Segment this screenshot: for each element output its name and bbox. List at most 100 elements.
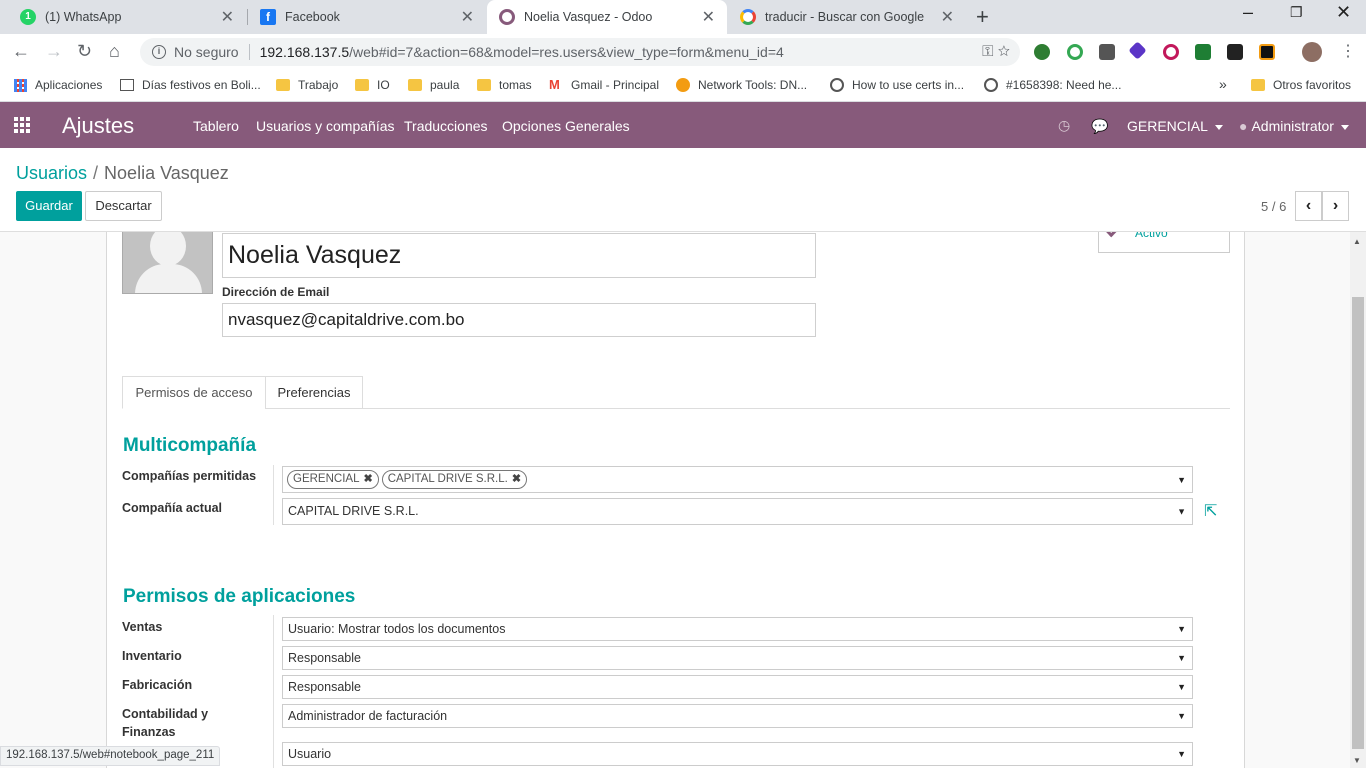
accounting-permission-select[interactable]: Administrador de facturación ▼ — [282, 704, 1193, 728]
extension-globe-icon[interactable] — [1034, 44, 1050, 60]
discard-button[interactable]: Descartar — [85, 191, 162, 221]
active-toggle-button[interactable]: Activo — [1098, 232, 1230, 253]
scroll-down-icon[interactable]: ▼ — [1353, 756, 1361, 765]
bookmark-gmail[interactable]: M Gmail - Principal — [549, 78, 659, 92]
extension-keeper-icon[interactable] — [1099, 44, 1115, 60]
scroll-up-icon[interactable]: ▲ — [1353, 237, 1361, 246]
bookmark-ticket[interactable]: #1658398: Need he... — [984, 78, 1121, 92]
user-name: Administrator — [1251, 118, 1334, 134]
minimize-icon[interactable]: – — [1243, 2, 1253, 23]
scrollbar-thumb[interactable] — [1352, 297, 1364, 749]
bookmark-folder-trabajo[interactable]: Trabajo — [276, 78, 338, 92]
tab-label: Noelia Vasquez - Odoo — [524, 10, 653, 24]
chat-icon[interactable]: 💬 — [1091, 118, 1108, 135]
manufacturing-permission-select[interactable]: Responsable ▼ — [282, 675, 1193, 699]
allowed-companies-field[interactable]: GERENCIAL ✖ CAPITAL DRIVE S.R.L. ✖ ▼ — [282, 466, 1193, 493]
extension-terminal-icon[interactable] — [1227, 44, 1243, 60]
browser-tab-odoo[interactable]: Noelia Vasquez - Odoo ✕ — [487, 0, 727, 34]
select-value: Administrador de facturación — [288, 709, 448, 723]
key-and-star-icons[interactable]: ⚿ ☆ — [982, 43, 1010, 60]
bookmark-folder-tomas[interactable]: tomas — [477, 78, 532, 92]
address-bar[interactable]: i No seguro 192.168.137.5/web#id=7&actio… — [140, 38, 1020, 66]
user-name-input[interactable]: Noelia Vasquez — [222, 233, 816, 278]
restore-icon[interactable]: ❐ — [1290, 4, 1303, 21]
section-title-app-permissions: Permisos de aplicaciones — [123, 586, 356, 607]
dropdown-arrow-icon[interactable]: ▼ — [1177, 647, 1186, 669]
extension-cube-icon[interactable] — [1128, 41, 1147, 60]
sales-permission-select[interactable]: Usuario: Mostrar todos los documentos ▼ — [282, 617, 1193, 641]
current-company-select[interactable]: CAPITAL DRIVE S.R.L. ▼ — [282, 498, 1193, 525]
remove-tag-icon[interactable]: ✖ — [363, 473, 372, 485]
company-tag: GERENCIAL ✖ — [287, 470, 379, 489]
email-input[interactable]: nvasquez@capitaldrive.com.bo — [222, 303, 816, 337]
calendar-icon — [120, 79, 134, 91]
user-menu[interactable]: ● Administrator — [1239, 118, 1349, 134]
menu-general-options[interactable]: Opciones Generales — [502, 118, 630, 134]
avatar-head — [150, 232, 186, 266]
close-tab-icon[interactable]: ✕ — [702, 7, 715, 27]
extension-sync-icon[interactable] — [1067, 44, 1083, 60]
activity-clock-icon[interactable]: ◷ — [1058, 117, 1070, 134]
dropdown-arrow-icon[interactable]: ▼ — [1177, 499, 1186, 524]
dropdown-arrow-icon[interactable]: ▼ — [1177, 705, 1186, 727]
pager-previous-button[interactable]: ‹ — [1295, 191, 1322, 221]
breadcrumb-users-link[interactable]: Usuarios — [16, 163, 87, 183]
menu-translations[interactable]: Traducciones — [404, 118, 488, 134]
sales-label: Ventas — [122, 620, 163, 634]
bookmark-label: tomas — [499, 78, 532, 92]
accounting-label: Contabilidad y Finanzas — [122, 707, 209, 739]
bookmark-label: Network Tools: DN... — [698, 78, 808, 92]
extension-timer-icon[interactable] — [1163, 44, 1179, 60]
dropdown-arrow-icon[interactable]: ▼ — [1177, 743, 1186, 765]
avatar[interactable] — [122, 232, 213, 294]
form-content: Noelia Vasquez Dirección de Email nvasqu… — [0, 232, 1350, 768]
dropdown-arrow-icon[interactable]: ▼ — [1177, 676, 1186, 698]
close-tab-icon[interactable]: ✕ — [461, 7, 474, 27]
menu-tablero[interactable]: Tablero — [193, 118, 239, 134]
home-icon[interactable]: ⌂ — [109, 41, 120, 62]
forward-icon[interactable]: → — [45, 41, 63, 62]
bookmark-network-tools[interactable]: Network Tools: DN... — [676, 78, 807, 92]
bookmark-label: paula — [430, 78, 460, 92]
bookmark-certs[interactable]: How to use certs in... — [830, 78, 964, 92]
next-permission-select[interactable]: Usuario ▼ — [282, 742, 1193, 766]
bookmark-folder-io[interactable]: IO — [355, 78, 390, 92]
email-label: Dirección de Email — [222, 285, 330, 299]
more-bookmarks-icon[interactable]: » — [1219, 76, 1227, 92]
browser-tab-google[interactable]: traducir - Buscar con Google ✕ — [728, 0, 966, 34]
browser-tab-whatsapp[interactable]: 1 (1) WhatsApp ✕ — [8, 0, 246, 34]
reload-icon[interactable]: ↻ — [77, 41, 92, 62]
folder-icon — [1251, 79, 1265, 91]
company-switcher[interactable]: GERENCIAL — [1127, 118, 1223, 134]
bookmark-apps[interactable]: Aplicaciones — [14, 78, 102, 92]
tab-preferences[interactable]: Preferencias — [265, 376, 363, 409]
inventory-permission-select[interactable]: Responsable ▼ — [282, 646, 1193, 670]
tab-label: Facebook — [285, 10, 340, 24]
bookmark-label: How to use certs in... — [852, 78, 965, 92]
info-icon[interactable]: i — [152, 45, 166, 59]
external-link-icon[interactable]: ⇱ — [1204, 501, 1217, 521]
close-tab-icon[interactable]: ✕ — [941, 7, 954, 27]
back-icon[interactable]: ← — [12, 41, 30, 62]
dropdown-arrow-icon[interactable]: ▼ — [1177, 475, 1186, 485]
bookmark-holidays[interactable]: Días festivos en Boli... — [120, 78, 261, 92]
remove-tag-icon[interactable]: ✖ — [512, 473, 521, 485]
new-tab-icon[interactable]: + — [976, 4, 989, 30]
breadcrumb-separator: / — [93, 163, 99, 183]
bookmark-folder-paula[interactable]: paula — [408, 78, 459, 92]
dropdown-arrow-icon[interactable]: ▼ — [1177, 618, 1186, 640]
browser-menu-icon[interactable]: ⋮ — [1340, 41, 1356, 61]
bookmark-other-favorites[interactable]: Otros favoritos — [1251, 78, 1351, 92]
extension-code-icon[interactable] — [1259, 44, 1275, 60]
save-button[interactable]: Guardar — [16, 191, 82, 221]
extension-sheets-icon[interactable] — [1195, 44, 1211, 60]
browser-tab-facebook[interactable]: f Facebook ✕ — [248, 0, 486, 34]
folder-icon — [408, 79, 422, 91]
close-tab-icon[interactable]: ✕ — [221, 7, 234, 27]
close-window-icon[interactable]: ✕ — [1336, 2, 1351, 23]
tab-access-rights[interactable]: Permisos de acceso — [122, 376, 266, 409]
pager-next-button[interactable]: › — [1322, 191, 1349, 221]
profile-avatar[interactable] — [1302, 42, 1322, 62]
menu-users-companies[interactable]: Usuarios y compañías — [256, 118, 395, 134]
app-menu-icon[interactable] — [14, 117, 32, 133]
